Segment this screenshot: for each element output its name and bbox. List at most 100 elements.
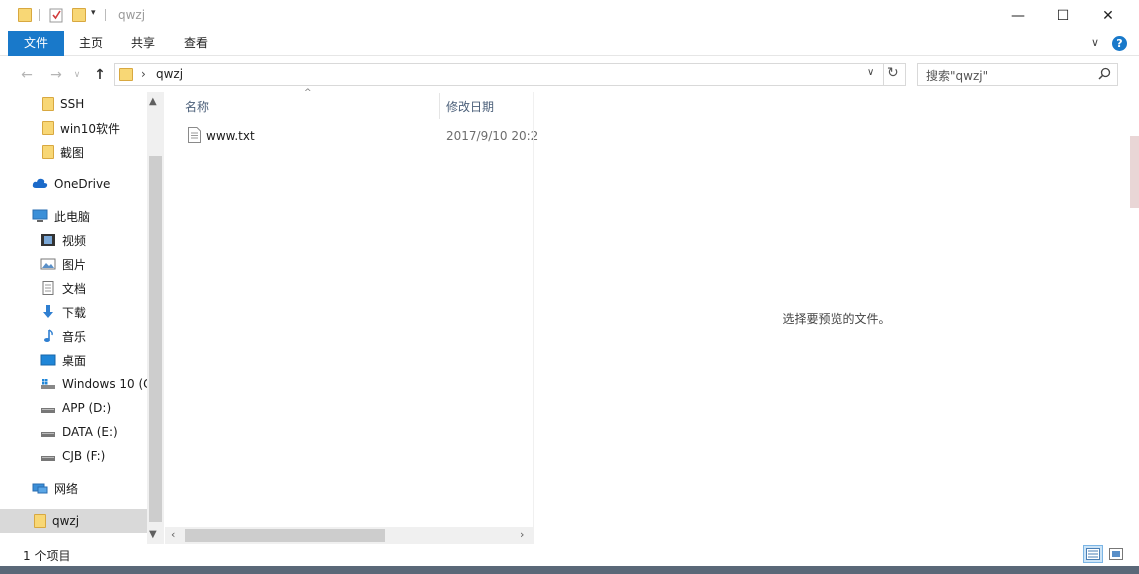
nav-item-label: qwzj — [52, 514, 80, 528]
nav-item-this-pc[interactable]: 此电脑 — [0, 204, 147, 228]
breadcrumb-separator[interactable]: › — [141, 67, 146, 81]
desktop-icon — [40, 353, 56, 367]
back-button[interactable]: ← — [16, 64, 38, 86]
search-icon[interactable] — [1098, 67, 1111, 83]
nav-item-qwzj[interactable]: qwzj — [0, 509, 147, 533]
file-name[interactable]: www.txt — [206, 129, 255, 143]
nav-item-label: 网络 — [54, 481, 79, 496]
scroll-down-icon[interactable]: ▼ — [149, 529, 157, 540]
horizontal-scrollbar-thumb[interactable] — [185, 529, 385, 542]
music-icon — [40, 329, 56, 343]
folder-icon — [42, 121, 54, 135]
tab-view[interactable]: 查看 — [170, 31, 222, 56]
nav-item-label: APP (D:) — [62, 401, 112, 415]
details-view-button[interactable] — [1083, 545, 1103, 563]
scroll-left-icon[interactable]: ‹ — [171, 528, 175, 541]
nav-item-label: 图片 — [62, 257, 87, 272]
scroll-right-icon[interactable]: › — [520, 528, 524, 541]
nav-item-label: 下载 — [62, 305, 87, 320]
nav-item-onedrive[interactable]: OneDrive — [0, 172, 147, 196]
download-icon — [40, 305, 56, 319]
nav-item-label: 截图 — [60, 145, 85, 160]
nav-item-label: 桌面 — [62, 353, 87, 368]
breadcrumb-qwzj[interactable]: qwzj — [156, 67, 183, 81]
drive-icon — [40, 425, 56, 439]
computer-icon — [32, 209, 48, 223]
drive-icon — [40, 401, 56, 415]
nav-item-label: 视频 — [62, 233, 87, 248]
navigation-pane: SSH win10软件 截图 OneDrive 此电脑 视频 图片 文档 下载 … — [0, 92, 164, 544]
drive-icon — [40, 449, 56, 463]
address-bar[interactable]: › qwzj ∨ ↻ — [114, 63, 906, 86]
nav-item-drive-e[interactable]: DATA (E:) — [0, 420, 147, 444]
help-icon[interactable]: ? — [1112, 36, 1127, 51]
tab-home[interactable]: 主页 — [66, 31, 116, 56]
nav-item-drive-f[interactable]: CJB (F:) — [0, 444, 147, 468]
nav-item-label: 文档 — [62, 281, 87, 296]
large-icons-view-button[interactable] — [1106, 545, 1126, 563]
file-modified-date: 2017/9/10 20:2 — [446, 129, 539, 143]
network-icon — [32, 481, 48, 495]
taskbar-strip — [0, 566, 1139, 574]
nav-item-label: DATA (E:) — [62, 425, 118, 439]
cloud-icon — [32, 177, 48, 191]
text-file-icon — [188, 127, 201, 146]
nav-item-drive-d[interactable]: APP (D:) — [0, 396, 147, 420]
address-dropdown-icon[interactable]: ∨ — [867, 67, 874, 78]
qat-divider-2 — [105, 9, 106, 21]
ribbon-tabs: 文件 主页 共享 查看 ∨ ? — [0, 31, 1139, 56]
search-input[interactable]: 搜索"qwzj" — [926, 67, 988, 84]
nav-item-label: 音乐 — [62, 329, 87, 344]
forward-button[interactable]: → — [45, 64, 67, 86]
column-header-date-modified[interactable]: 修改日期 — [446, 98, 494, 118]
maximize-button[interactable]: ☐ — [1040, 0, 1086, 31]
new-folder-icon[interactable] — [72, 8, 86, 22]
document-icon — [40, 281, 56, 295]
nav-item-network[interactable]: 网络 — [0, 476, 147, 500]
nav-item-pictures[interactable]: 图片 — [0, 252, 147, 276]
column-divider[interactable] — [439, 93, 440, 119]
nav-item-drive-c[interactable]: Windows 10 (C — [0, 372, 147, 396]
scroll-up-icon[interactable]: ▲ — [149, 96, 157, 107]
close-button[interactable]: ✕ — [1085, 0, 1131, 31]
nav-item-documents[interactable]: 文档 — [0, 276, 147, 300]
nav-item-ssh[interactable]: SSH — [0, 92, 147, 116]
nav-item-desktop[interactable]: 桌面 — [0, 348, 147, 372]
title-bar — [0, 0, 1139, 31]
item-count: 1 个项目 — [23, 549, 71, 563]
nav-item-videos[interactable]: 视频 — [0, 228, 147, 252]
nav-item-label: win10软件 — [60, 121, 121, 136]
nav-scrollbar-thumb[interactable] — [149, 156, 162, 522]
column-header-name[interactable]: 名称 — [185, 98, 209, 118]
nav-item-music[interactable]: 音乐 — [0, 324, 147, 348]
status-bar — [0, 544, 1139, 566]
nav-item-label: OneDrive — [54, 177, 111, 191]
folder-icon — [18, 8, 32, 22]
ribbon-expand-icon[interactable]: ∨ — [1091, 36, 1099, 49]
refresh-icon[interactable]: ↻ — [887, 65, 899, 81]
minimize-button[interactable]: — — [995, 0, 1041, 31]
up-button[interactable]: ↑ — [89, 64, 111, 86]
nav-item-label: Windows 10 (C — [62, 377, 147, 391]
preview-message: 选择要预览的文件。 — [782, 312, 891, 326]
tab-share[interactable]: 共享 — [118, 31, 168, 56]
qat-dropdown-icon[interactable]: ▾ — [91, 8, 96, 18]
nav-item-label: CJB (F:) — [62, 449, 106, 463]
nav-item-downloads[interactable]: 下载 — [0, 300, 147, 324]
sort-ascending-icon: ^ — [304, 88, 312, 98]
recent-locations-button[interactable]: ∨ — [70, 64, 84, 86]
address-divider — [883, 64, 884, 85]
nav-item-label: 此电脑 — [54, 209, 91, 224]
file-row[interactable]: www.txt 2017/9/10 20:2 — [166, 124, 538, 148]
properties-icon[interactable] — [49, 7, 64, 23]
background-window-edge — [1130, 136, 1139, 208]
nav-item-screenshots[interactable]: 截图 — [0, 140, 147, 164]
video-icon — [40, 233, 56, 247]
folder-icon — [42, 97, 54, 111]
search-box[interactable]: 搜索"qwzj" — [917, 63, 1118, 86]
details-view-icon — [1086, 548, 1100, 560]
folder-icon — [119, 68, 133, 81]
nav-item-win10-software[interactable]: win10软件 — [0, 116, 147, 140]
tab-file[interactable]: 文件 — [8, 31, 64, 56]
folder-icon — [34, 514, 46, 528]
